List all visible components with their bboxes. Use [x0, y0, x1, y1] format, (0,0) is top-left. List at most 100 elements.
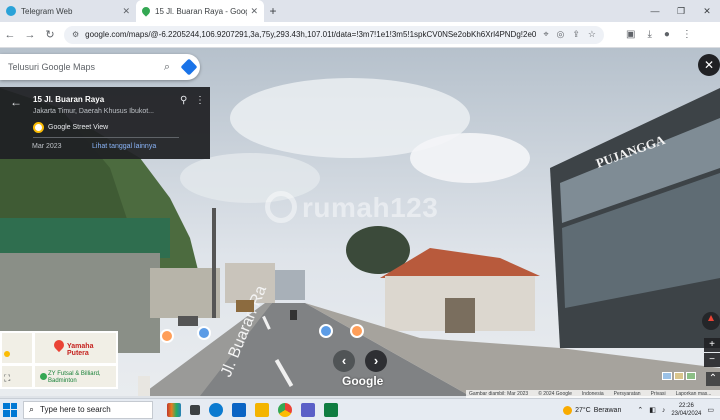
map-road	[32, 333, 35, 387]
forward-icon[interactable]: →	[20, 29, 40, 41]
compass-icon[interactable]	[702, 312, 720, 330]
network-icon[interactable]: ◧	[649, 406, 656, 414]
taskbar-search-input[interactable]: Type here to search	[40, 405, 111, 414]
report-link[interactable]: Laporkan mas...	[676, 390, 712, 398]
location-icon[interactable]: ⌖	[543, 29, 548, 40]
map-pin-icon	[51, 337, 67, 353]
window-controls: — ❐ ✕	[642, 0, 720, 22]
poi-label: Yamaha Putera	[67, 343, 94, 357]
directions-icon[interactable]	[178, 58, 200, 76]
profile-icon[interactable]: ●	[664, 29, 670, 40]
system-tray: 27°C Berawan ⌃ ◧ ♪ 22:26 23/04/2024 ▭	[563, 399, 714, 420]
capture-info: Gambar diambil: Mar 2023	[469, 391, 529, 397]
privacy-link[interactable]: Privasi	[651, 390, 666, 398]
volume-icon[interactable]: ♪	[662, 407, 666, 414]
maps-search-box[interactable]: Telusuri Google Maps ⌕	[0, 54, 200, 80]
maps-footer: Gambar diambil: Mar 2023 © 2024 Google I…	[466, 390, 720, 398]
close-street-view-button[interactable]: ✕	[698, 54, 720, 76]
reload-icon[interactable]: ↻	[40, 28, 60, 41]
source-label: Google Street View	[48, 124, 109, 131]
minimize-button[interactable]: —	[642, 0, 668, 22]
street-view-info-card: ← 15 Jl. Buaran Raya Jakarta Timur, Daer…	[0, 87, 210, 159]
browser-toolbar: ← → ↻ ⚙ google.com/maps/@-6.2205244,106.…	[0, 22, 720, 48]
search-input[interactable]: Telusuri Google Maps	[8, 62, 156, 72]
share-icon[interactable]: ⇪	[572, 29, 580, 40]
layers-control[interactable]	[662, 372, 696, 380]
poi-label: ZY Futsal & Billiard, Badminton	[48, 371, 101, 384]
new-tab-button[interactable]: +	[264, 0, 282, 22]
telegram-icon	[6, 6, 16, 16]
minimap[interactable]: Yamaha Putera ZY Futsal & Billiard, Badm…	[0, 331, 118, 389]
pan-left-arrow[interactable]: ‹	[333, 350, 355, 372]
region-link[interactable]: Indonesia	[582, 390, 604, 398]
windows-start-icon[interactable]	[3, 402, 17, 417]
watermark-text: rumah123	[302, 192, 439, 223]
tray-chevron-icon[interactable]: ⌃	[637, 406, 643, 414]
excel-icon[interactable]	[324, 402, 338, 417]
tab-google-maps[interactable]: 15 Jl. Buaran Raya - Google M... ✕	[136, 0, 264, 22]
extensions-icon[interactable]: ▣	[626, 29, 635, 40]
maps-pin-icon	[140, 5, 152, 17]
chrome-icon[interactable]	[278, 402, 292, 417]
teams-icon[interactable]	[301, 402, 315, 417]
google-logo: Google	[342, 374, 384, 388]
taskbar-search[interactable]: ⌕ Type here to search	[23, 400, 153, 419]
url-text: google.com/maps/@-6.2205244,106.9207291,…	[85, 30, 537, 39]
zoom-out-button[interactable]: −	[704, 353, 720, 367]
street-view-source: Google Street View	[33, 122, 108, 133]
clock-date: 23/04/2024	[671, 411, 702, 417]
address-subtitle: Jakarta Timur, Daerah Khusus Ibukot...	[33, 108, 155, 115]
back-icon[interactable]: ←	[0, 29, 20, 41]
close-tab-icon[interactable]: ✕	[122, 6, 130, 17]
address-bar[interactable]: ⚙ google.com/maps/@-6.2205244,106.920729…	[64, 25, 604, 44]
tab-telegram[interactable]: Telegram Web ✕	[0, 0, 136, 22]
layer-thumb[interactable]	[686, 372, 696, 380]
maximize-button[interactable]: ❐	[668, 0, 694, 22]
close-tab-icon[interactable]: ✕	[250, 6, 258, 17]
file-explorer-icon[interactable]	[255, 402, 269, 417]
zoom-in-button[interactable]: +	[704, 338, 720, 352]
menu-icon[interactable]: ⋮	[682, 29, 692, 40]
layer-thumb[interactable]	[662, 372, 672, 380]
tab-strip: Telegram Web ✕ 15 Jl. Buaran Raya - Goog…	[0, 0, 720, 22]
mail-icon[interactable]	[232, 402, 246, 417]
tab-title: Telegram Web	[21, 6, 73, 16]
app-books-icon[interactable]	[167, 402, 181, 417]
notifications-icon[interactable]: ▭	[707, 406, 714, 414]
divider	[33, 137, 179, 138]
bookmark-star-icon[interactable]: ☆	[588, 29, 596, 40]
taskbar: ⌕ Type here to search 27°C Berawan ⌃ ◧ ♪…	[0, 398, 720, 420]
expand-map-icon[interactable]: ⛶	[4, 373, 16, 385]
clock-time: 22:26	[678, 403, 694, 409]
collapse-icon[interactable]: ⌃	[706, 372, 720, 386]
download-icon[interactable]: ⤓	[647, 29, 651, 40]
site-info-icon[interactable]: ⚙	[72, 30, 79, 39]
weather-temp: 27°C	[575, 406, 591, 414]
weather-desc: Berawan	[593, 406, 622, 414]
terms-link[interactable]: Persyaratan	[614, 390, 641, 398]
location-pin-icon[interactable]: ⚲	[180, 95, 187, 106]
weather-icon	[563, 405, 573, 415]
tab-title: 15 Jl. Buaran Raya - Google M...	[155, 6, 247, 16]
close-window-button[interactable]: ✕	[694, 0, 720, 22]
weather-widget[interactable]: 27°C Berawan	[563, 405, 622, 415]
search-icon[interactable]: ⌕	[156, 61, 178, 74]
see-more-dates-link[interactable]: Lihat tanggal lainnya	[92, 143, 156, 150]
clock[interactable]: 22:26 23/04/2024	[671, 402, 701, 418]
edge-icon[interactable]	[209, 402, 223, 417]
watermark: rumah123	[266, 192, 438, 224]
more-options-icon[interactable]: ⋮	[195, 95, 205, 106]
map-road	[2, 363, 116, 366]
pan-right-arrow[interactable]: ›	[365, 350, 387, 372]
poi-marker-icon	[4, 351, 10, 357]
copyright: © 2024 Google	[538, 391, 572, 397]
poi-marker-icon	[40, 373, 47, 380]
back-arrow-icon[interactable]: ←	[10, 95, 22, 109]
hide-icon[interactable]: ◎	[557, 29, 565, 40]
task-view-icon[interactable]	[190, 404, 200, 415]
capture-date: Mar 2023	[32, 143, 62, 150]
address-title: 15 Jl. Buaran Raya	[33, 95, 105, 104]
search-icon: ⌕	[29, 404, 35, 414]
street-view-icon	[33, 122, 44, 133]
layer-thumb[interactable]	[674, 372, 684, 380]
